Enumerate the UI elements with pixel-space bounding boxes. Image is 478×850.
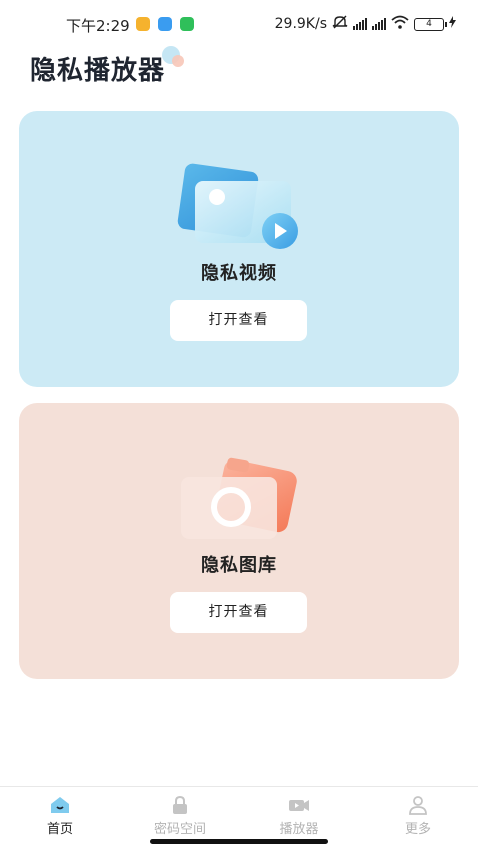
nav-label-home: 首页 — [46, 822, 73, 837]
open-video-button[interactable]: 打开查看 — [170, 300, 307, 341]
nav-item-password-space[interactable]: 密码空间 — [130, 795, 230, 837]
nav-label-password-space: 密码空间 — [153, 822, 206, 837]
net-speed: 29.9K/s — [274, 16, 327, 32]
user-icon — [407, 795, 429, 815]
home-icon — [49, 795, 71, 815]
title-decoration-2 — [172, 55, 184, 67]
phone-notification-icon — [180, 17, 194, 31]
private-video-card[interactable]: 隐私视频 打开查看 — [19, 111, 459, 387]
battery-icon: 4 — [414, 17, 447, 31]
lock-icon — [169, 795, 191, 815]
private-gallery-label: 隐私图库 — [201, 555, 277, 576]
signal-icon — [353, 18, 367, 30]
nav-item-player[interactable]: 播放器 — [249, 795, 349, 837]
video-folder-icon — [175, 163, 303, 253]
nav-item-home[interactable]: 首页 — [10, 795, 110, 837]
private-video-label: 隐私视频 — [201, 263, 277, 284]
home-indicator[interactable] — [150, 839, 328, 844]
mute-icon — [332, 15, 348, 33]
nav-item-more[interactable]: 更多 — [368, 795, 468, 837]
open-gallery-button[interactable]: 打开查看 — [170, 592, 307, 633]
message-notification-icon — [136, 17, 150, 31]
page-title: 隐私播放器 — [30, 56, 166, 86]
nav-label-player: 播放器 — [279, 822, 319, 837]
signal-icon-2 — [372, 18, 386, 30]
wifi-icon — [391, 15, 409, 33]
status-time: 下午2:29 — [66, 17, 130, 35]
chat-notification-icon — [158, 17, 172, 31]
private-gallery-card[interactable]: 隐私图库 打开查看 — [19, 403, 459, 679]
camera-icon — [179, 457, 303, 545]
video-camera-icon — [288, 795, 310, 815]
charging-icon — [449, 16, 456, 32]
status-bar: 下午2:29 29.9K/s 4 — [0, 0, 478, 48]
nav-label-more: 更多 — [404, 822, 431, 837]
